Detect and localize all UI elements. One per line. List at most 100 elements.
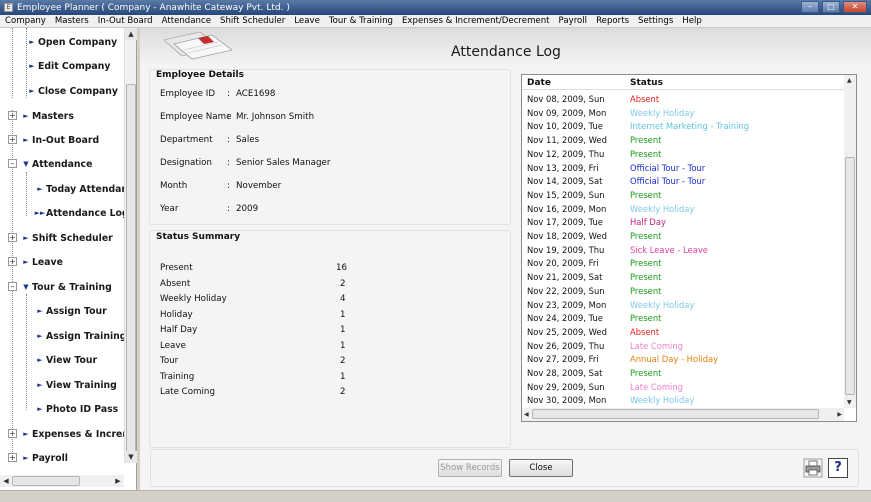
help-icon[interactable]: ?	[828, 458, 848, 478]
menu-company[interactable]: Company	[0, 16, 50, 26]
menu-settings[interactable]: Settings	[633, 16, 677, 26]
table-vertical-scrollbar[interactable]: ▲ ▼	[844, 75, 856, 408]
field-separator: :	[227, 158, 230, 168]
maximize-button[interactable]: □	[822, 1, 840, 13]
table-row[interactable]: Nov 26, 2009, Thu Late Coming	[522, 339, 844, 353]
scroll-right-icon[interactable]: ▶	[837, 411, 842, 418]
expand-toggle-icon[interactable]: +	[8, 453, 17, 462]
table-row[interactable]: Nov 27, 2009, Fri Annual Day - Holiday	[522, 352, 844, 366]
sidebar-item-assign-training[interactable]: ► Assign Training	[34, 329, 126, 343]
table-row[interactable]: Nov 19, 2009, Thu Sick Leave - Leave	[522, 243, 844, 257]
table-row[interactable]: Nov 23, 2009, Mon Weekly Holiday	[522, 298, 844, 312]
sidebar-item-today-attendance[interactable]: ► Today Attendance	[34, 182, 136, 196]
table-row[interactable]: Nov 14, 2009, Sat Official Tour - Tour	[522, 174, 844, 188]
sidebar-item-shift-scheduler[interactable]: ► Shift Scheduler	[20, 231, 112, 245]
sidebar-item-masters[interactable]: ► Masters	[20, 109, 74, 123]
sidebar-item-in-out-board[interactable]: ► In-Out Board	[20, 133, 99, 147]
table-row[interactable]: Nov 20, 2009, Fri Present	[522, 256, 844, 270]
expand-toggle-icon[interactable]: +	[8, 257, 17, 266]
sidebar-vertical-scrollbar[interactable]: ▲ ▼	[124, 28, 137, 463]
sidebar-item-expenses[interactable]: ►Expenses & Increment/Decrement	[20, 427, 136, 441]
table-row[interactable]: Nov 21, 2009, Sat Present	[522, 270, 844, 284]
sidebar-item-view-training[interactable]: ► View Training	[34, 378, 117, 392]
sidebar-item-assign-tour[interactable]: ► Assign Tour	[34, 304, 106, 318]
sidebar-horizontal-scrollbar[interactable]: ◀ ▶	[0, 475, 124, 487]
scroll-down-icon[interactable]: ▼	[125, 451, 137, 463]
sidebar-item-attendance[interactable]: ▼ Attendance	[20, 157, 92, 171]
close-button[interactable]: Close	[509, 459, 573, 477]
month-label: Month	[160, 181, 188, 191]
table-row[interactable]: Nov 13, 2009, Fri Official Tour - Tour	[522, 161, 844, 175]
menu-help[interactable]: Help	[677, 16, 706, 26]
status-summary-heading: Status Summary	[156, 232, 241, 242]
scroll-up-icon[interactable]: ▲	[847, 77, 852, 84]
date-cell: Nov 21, 2009, Sat	[527, 272, 603, 283]
table-row[interactable]: Nov 10, 2009, Tue Internet Marketing - Tr…	[522, 119, 844, 133]
menu-reports[interactable]: Reports	[591, 16, 633, 26]
show-records-button[interactable]: Show Records	[438, 459, 502, 477]
table-row[interactable]: Nov 22, 2009, Sun Present	[522, 284, 844, 298]
status-cell: Weekly Holiday	[630, 299, 695, 310]
table-row[interactable]: Nov 30, 2009, Mon Weekly Holiday	[522, 393, 844, 407]
table-row[interactable]: Nov 15, 2009, Sun Present	[522, 188, 844, 202]
printer-icon[interactable]	[803, 458, 823, 478]
menu-shift-scheduler[interactable]: Shift Scheduler	[215, 16, 289, 26]
scroll-thumb[interactable]	[845, 157, 855, 395]
scroll-thumb[interactable]	[126, 84, 136, 456]
sidebar-item-close-company[interactable]: ► Close Company	[26, 84, 118, 98]
date-cell: Nov 25, 2009, Wed	[527, 326, 607, 337]
sidebar-item-leave[interactable]: ► Leave	[20, 255, 63, 269]
collapse-toggle-icon[interactable]: –	[8, 159, 17, 168]
expand-toggle-icon[interactable]: +	[8, 233, 17, 242]
sidebar-item-edit-company[interactable]: ► Edit Company	[26, 59, 110, 73]
table-row[interactable]: Nov 17, 2009, Tue Half Day	[522, 215, 844, 229]
menu-leave[interactable]: Leave	[289, 16, 324, 26]
date-cell: Nov 29, 2009, Sun	[527, 381, 605, 392]
sidebar-item-payroll[interactable]: ► Payroll	[20, 451, 68, 465]
table-row[interactable]: Nov 29, 2009, Sun Late Coming	[522, 380, 844, 394]
menu-masters[interactable]: Masters	[50, 16, 93, 26]
designation-value: Senior Sales Manager	[236, 158, 331, 168]
scroll-thumb[interactable]	[12, 476, 80, 486]
sidebar-item-tour-training[interactable]: ▼ Tour & Training	[20, 280, 111, 294]
sidebar-item-view-tour[interactable]: ► View Tour	[34, 353, 97, 367]
menu-attendance[interactable]: Attendance	[157, 16, 215, 26]
sidebar-item-photo-id-pass[interactable]: ► Photo ID Pass	[34, 402, 118, 416]
summary-present-count: 16	[336, 263, 348, 273]
minimize-button[interactable]: –	[801, 1, 819, 13]
menu-tour-training[interactable]: Tour & Training	[324, 16, 397, 26]
scroll-right-icon[interactable]: ▶	[112, 475, 124, 487]
scroll-up-icon[interactable]: ▲	[125, 28, 137, 40]
column-header-status[interactable]: Status	[630, 78, 663, 88]
table-row[interactable]: Nov 12, 2009, Thu Present	[522, 147, 844, 161]
attendance-log-table[interactable]: Date Status Nov 08, 2009, Sun Absent Nov 0…	[521, 74, 857, 422]
expand-toggle-icon[interactable]: +	[8, 429, 17, 438]
table-row[interactable]: Nov 11, 2009, Wed Present	[522, 133, 844, 147]
column-header-date[interactable]: Date	[527, 78, 551, 88]
menu-in-out-board[interactable]: In-Out Board	[93, 16, 157, 26]
scroll-thumb[interactable]	[532, 409, 819, 419]
scroll-down-icon[interactable]: ▼	[847, 399, 852, 406]
collapse-toggle-icon[interactable]: –	[8, 282, 17, 291]
scroll-left-icon[interactable]: ◀	[0, 475, 12, 487]
sidebar-item-open-company[interactable]: ► Open Company	[26, 35, 117, 49]
chevron-right-icon: ►	[37, 332, 43, 340]
date-cell: Nov 14, 2009, Sat	[527, 176, 603, 187]
date-cell: Nov 15, 2009, Sun	[527, 189, 605, 200]
table-row[interactable]: Nov 08, 2009, Sun Absent	[522, 92, 844, 106]
table-row[interactable]: Nov 09, 2009, Mon Weekly Holiday	[522, 106, 844, 120]
expand-toggle-icon[interactable]: +	[8, 111, 17, 120]
sidebar-item-attendance-log[interactable]: ►► Attendance Log	[34, 206, 129, 220]
table-horizontal-scrollbar[interactable]: ◀ ▶	[522, 408, 844, 421]
table-row[interactable]: Nov 18, 2009, Wed Present	[522, 229, 844, 243]
close-window-button[interactable]: ✕	[843, 1, 867, 13]
table-row[interactable]: Nov 24, 2009, Tue Present	[522, 311, 844, 325]
menu-payroll[interactable]: Payroll	[554, 16, 592, 26]
scroll-left-icon[interactable]: ◀	[524, 411, 529, 418]
table-row[interactable]: Nov 25, 2009, Wed Absent	[522, 325, 844, 339]
menu-expenses[interactable]: Expenses & Increment/Decrement	[397, 16, 554, 26]
chevron-right-icon: ►	[37, 185, 43, 193]
table-row[interactable]: Nov 16, 2009, Mon Weekly Holiday	[522, 202, 844, 216]
expand-toggle-icon[interactable]: +	[8, 135, 17, 144]
table-row[interactable]: Nov 28, 2009, Sat Present	[522, 366, 844, 380]
